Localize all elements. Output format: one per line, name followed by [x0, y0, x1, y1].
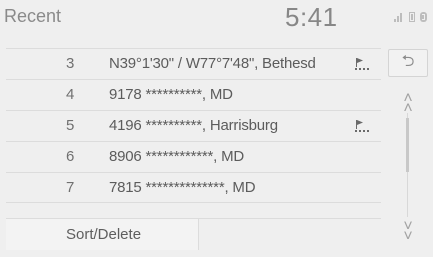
double-chevron-up-icon: ˄ ˄ [403, 90, 413, 117]
list-item-index: 7 [66, 179, 75, 196]
header-bar: Recent 5:41 [0, 0, 433, 38]
divider [199, 218, 381, 219]
list-item[interactable]: 5 4196 **********, Harrisburg [6, 110, 381, 141]
clock: 5:41 [285, 2, 338, 32]
return-arrow-icon: ⮌ [401, 52, 415, 70]
double-chevron-down-icon: ˅ ˅ [403, 218, 413, 245]
list-item-label: 4196 **********, Harrisburg [109, 117, 278, 134]
recent-list: 3 N39°1'30" / W77°7'48", Bethesd 4 9178 … [6, 48, 381, 203]
scroll-up-button[interactable]: ˄ ˄ [398, 91, 418, 117]
destination-flag-icon [355, 120, 369, 132]
list-item-label: 9178 **********, MD [109, 86, 233, 103]
list-item-index: 6 [66, 148, 75, 165]
navigation-screen: Recent 5:41 3 N39°1'30" / W77°7'48", Bet… [0, 0, 433, 257]
list-item-index: 4 [66, 86, 75, 103]
list-item[interactable]: 7 7815 **************, MD [6, 172, 381, 203]
scroll-down-button[interactable]: ˅ ˅ [398, 219, 418, 245]
list-item-label: N39°1'30" / W77°7'48", Bethesd [109, 55, 316, 72]
scrollbar-thumb[interactable] [406, 118, 409, 172]
list-item-index: 3 [66, 55, 75, 72]
list-item-label: 8906 ************, MD [109, 148, 245, 165]
list-item[interactable]: 3 N39°1'30" / W77°7'48", Bethesd [6, 48, 381, 79]
list-item[interactable]: 6 8906 ************, MD [6, 141, 381, 172]
list-item-label: 7815 **************, MD [109, 179, 256, 196]
destination-flag-icon [355, 58, 369, 70]
status-icons [394, 12, 427, 22]
sort-delete-button[interactable]: Sort/Delete [6, 218, 199, 250]
list-item-index: 5 [66, 117, 75, 134]
bluetooth-icon [420, 12, 427, 22]
list-item[interactable]: 4 9178 **********, MD [6, 79, 381, 110]
back-button[interactable]: ⮌ [388, 49, 428, 77]
battery-icon [409, 12, 415, 22]
signal-strength-icon [394, 12, 404, 22]
sort-delete-label: Sort/Delete [66, 226, 142, 243]
page-title: Recent [4, 6, 62, 26]
